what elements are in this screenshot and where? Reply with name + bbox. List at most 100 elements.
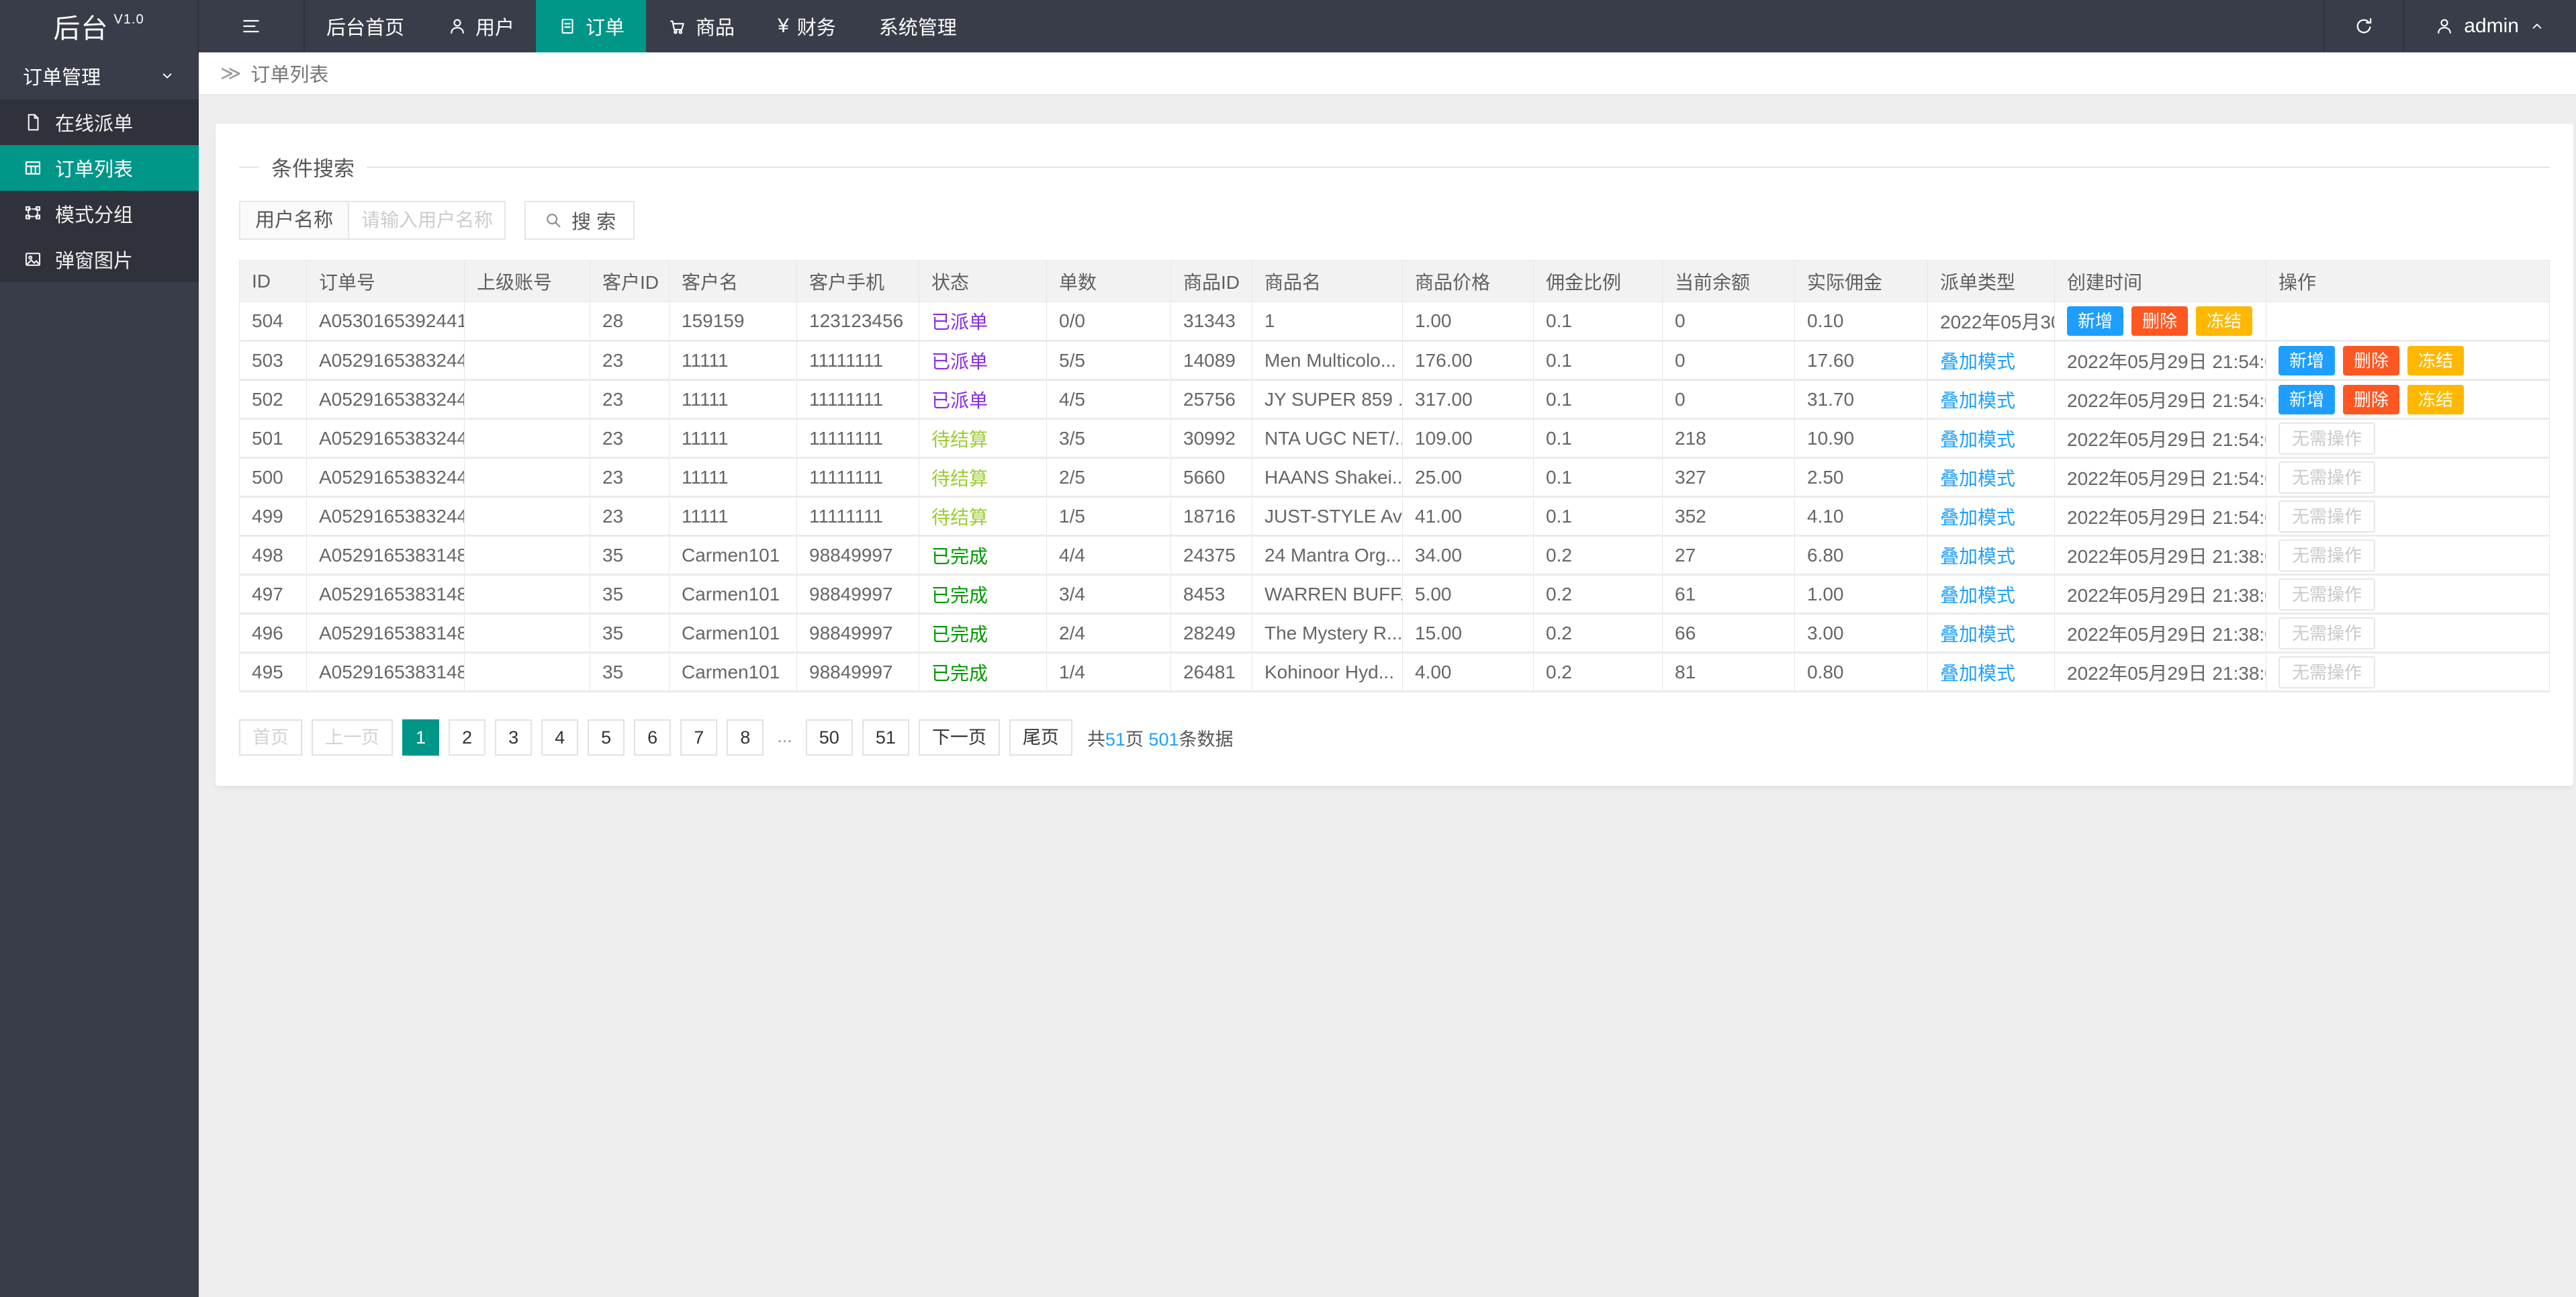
cell-count: 4/4 [1046, 535, 1171, 576]
refresh-icon[interactable] [2324, 0, 2405, 52]
cell-dispatch-type[interactable]: 叠加模式 [1927, 418, 2055, 459]
search-button[interactable]: 搜 索 [524, 201, 635, 240]
top-navigation: 后台首页 用户 订单 商品 ¥ 财务 系统管理 [305, 0, 978, 52]
cell-dispatch-type[interactable]: 叠加模式 [1927, 574, 2055, 615]
cell-id: 502 [239, 379, 307, 420]
nav-item-finance[interactable]: ¥ 财务 [756, 0, 858, 52]
cell-id: 497 [239, 574, 307, 615]
cell-dispatch-type[interactable]: 叠加模式 [1927, 341, 2055, 381]
dispatch-type-link[interactable]: 叠加模式 [1940, 351, 2015, 372]
cell-product-price: 15.00 [1402, 613, 1534, 654]
status-badge: 已完成 [931, 662, 988, 684]
dispatch-type-link[interactable]: 叠加模式 [1940, 507, 2015, 528]
double-chevron-icon: ≫ [220, 62, 242, 85]
cell-operation[interactable]: 新增 删除 冻结 [2266, 341, 2550, 381]
grid-icon [25, 161, 41, 175]
cell-dispatch-type[interactable]: 叠加模式 [1927, 496, 2055, 537]
column-header: 客户ID [590, 260, 670, 302]
cell-operation[interactable]: 新增 删除 冻结 [2266, 379, 2550, 420]
dispatch-type-link[interactable]: 叠加模式 [1940, 585, 2015, 606]
delete-button[interactable]: 删除 [2343, 384, 2400, 414]
cell-customer-name: Carmen101 [669, 574, 797, 615]
cell-created-at: 2022年05月29日 21:54:01 [2054, 496, 2266, 537]
cell-commission-rate: 0.1 [1533, 457, 1663, 498]
sidebar-section-order-management[interactable]: 订单管理 [0, 52, 199, 99]
page-3-button[interactable]: 3 [495, 719, 533, 756]
page-7-button[interactable]: 7 [680, 719, 718, 756]
nav-item-users[interactable]: 用户 [426, 0, 536, 52]
sidebar-item-mode-group[interactable]: 模式分组 [0, 191, 199, 236]
page-8-button[interactable]: 8 [727, 719, 764, 756]
hamburger-icon[interactable] [199, 0, 305, 52]
cell-product-name: NTA UGC NET/... [1252, 418, 1403, 459]
username-input[interactable] [348, 201, 506, 240]
page-1-button[interactable]: 1 [402, 719, 440, 756]
cell-actual-commission: 0.10 [1794, 302, 1928, 342]
cell-count: 5/5 [1046, 341, 1171, 381]
cell-actual-commission: 4.10 [1794, 496, 1928, 537]
dispatch-type-link[interactable]: 叠加模式 [1940, 624, 2015, 645]
cell-dispatch-type[interactable]: 叠加模式 [1927, 652, 2055, 692]
dispatch-type-link[interactable]: 叠加模式 [1940, 429, 2015, 450]
page-6-button[interactable]: 6 [634, 719, 672, 756]
cell-product-id: 14089 [1170, 341, 1252, 381]
table-row: 495A05291653831483957 35Carmen10198849997… [239, 652, 2550, 692]
search-fieldset: 条件搜索 [239, 152, 2550, 182]
column-header: 佣金比例 [1533, 260, 1663, 302]
cell-product-price: 4.00 [1402, 652, 1534, 692]
next-page-button[interactable]: 下一页 [918, 719, 1000, 756]
page-50-button[interactable]: 50 [805, 719, 853, 756]
breadcrumb: ≫ 订单列表 [199, 52, 2576, 95]
prev-page-button: 上一页 [312, 719, 393, 756]
cell-status: 已完成 [919, 574, 1047, 615]
delete-button[interactable]: 删除 [2343, 345, 2400, 375]
freeze-button[interactable]: 冻结 [2407, 345, 2465, 375]
search-icon [543, 210, 563, 230]
cell-product-name: Kohinoor Hyd... [1252, 652, 1403, 692]
sidebar-item-label: 订单列表 [55, 159, 134, 181]
sidebar-item-order-list[interactable]: 订单列表 [0, 145, 199, 191]
add-button[interactable]: 新增 [2279, 384, 2336, 414]
cell-current-balance: 327 [1662, 457, 1795, 498]
add-button[interactable]: 新增 [2067, 306, 2124, 336]
cell-customer-name: 11111 [669, 418, 797, 459]
no-operation-button: 无需操作 [2279, 656, 2376, 688]
page-51-button[interactable]: 51 [862, 719, 909, 756]
table-header-row: ID 订单号 上级账号 客户ID 客户名 客户手机 状态 单数 商品ID 商品名 商品价格 佣金比例当… [239, 260, 2550, 302]
page-4-button[interactable]: 4 [541, 719, 579, 756]
cell-created-at: 2022年05月29日 21:38:03 [2054, 652, 2266, 692]
freeze-button[interactable]: 冻结 [2196, 306, 2253, 336]
nav-item-orders[interactable]: 订单 [536, 0, 647, 52]
cell-created-at[interactable]: 新增 删除 冻结 [2054, 302, 2266, 342]
last-page-button[interactable]: 尾页 [1009, 719, 1072, 756]
cell-product-price: 41.00 [1402, 496, 1534, 537]
cell-dispatch-type[interactable]: 叠加模式 [1927, 535, 2055, 576]
page-5-button[interactable]: 5 [588, 719, 625, 756]
sidebar-item-popup-image[interactable]: 弹窗图片 [0, 236, 199, 282]
cell-current-balance: 66 [1662, 613, 1795, 654]
freeze-button[interactable]: 冻结 [2407, 384, 2465, 414]
dispatch-type-link[interactable]: 叠加模式 [1940, 663, 2015, 684]
cell-dispatch-type[interactable]: 叠加模式 [1927, 379, 2055, 420]
cell-dispatch-type[interactable]: 叠加模式 [1927, 613, 2055, 654]
cell-dispatch-type[interactable]: 叠加模式 [1927, 457, 2055, 498]
sidebar-item-online-dispatch[interactable]: 在线派单 [0, 99, 199, 145]
dispatch-type-link[interactable]: 叠加模式 [1940, 390, 2015, 411]
nav-item-label: 系统管理 [878, 17, 957, 39]
cell-order-no: A05291653831483204 [306, 574, 465, 615]
dispatch-type-link[interactable]: 叠加模式 [1940, 468, 2015, 489]
user-menu[interactable]: admin [2404, 0, 2576, 52]
page-2-button[interactable]: 2 [449, 719, 486, 756]
add-button[interactable]: 新增 [2279, 345, 2336, 375]
dispatch-type-link[interactable]: 叠加模式 [1940, 546, 2015, 567]
nav-item-home[interactable]: 后台首页 [305, 0, 426, 52]
no-operation-button: 无需操作 [2279, 461, 2376, 494]
nav-item-system[interactable]: 系统管理 [858, 0, 978, 52]
cell-customer-phone: 98849997 [796, 652, 919, 692]
cell-id: 501 [239, 418, 307, 459]
cell-count: 1/5 [1046, 496, 1171, 537]
delete-button[interactable]: 删除 [2131, 306, 2189, 336]
cell-commission-rate: 0.1 [1533, 496, 1663, 537]
cell-id: 498 [239, 535, 307, 576]
nav-item-products[interactable]: 商品 [646, 0, 756, 52]
